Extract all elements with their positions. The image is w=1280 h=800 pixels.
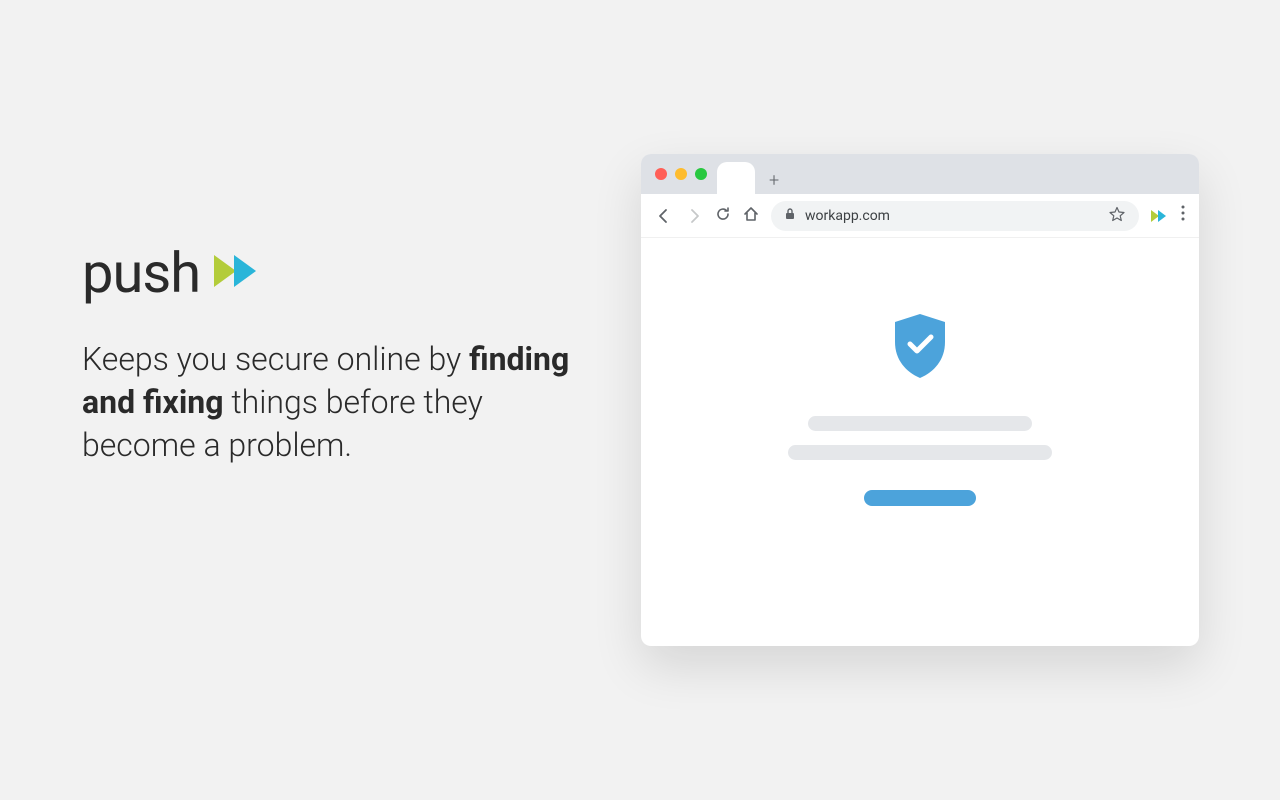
push-extension-icon[interactable] [1151, 209, 1169, 223]
url-text: workapp.com [805, 208, 1099, 224]
tagline-text: Keeps you secure online by finding and f… [82, 338, 582, 468]
bookmark-star-icon[interactable] [1109, 206, 1125, 226]
brand-logo: push [82, 240, 582, 306]
active-tab[interactable] [717, 162, 755, 194]
page-content [641, 238, 1199, 506]
window-controls [655, 168, 707, 180]
minimize-window-icon[interactable] [675, 168, 687, 180]
shield-check-icon [889, 312, 951, 384]
secure-lock-icon [785, 208, 795, 223]
browser-window-mockup: + workapp.com [641, 154, 1199, 646]
back-button[interactable] [655, 208, 673, 224]
cta-button-placeholder[interactable] [864, 490, 976, 506]
browser-toolbar: workapp.com [641, 194, 1199, 238]
address-bar[interactable]: workapp.com [771, 201, 1139, 231]
marketing-copy: push Keeps you secure online by finding … [82, 240, 582, 468]
placeholder-line [808, 416, 1032, 431]
placeholder-line [788, 445, 1052, 460]
maximize-window-icon[interactable] [695, 168, 707, 180]
brand-name: push [82, 240, 200, 306]
reload-button[interactable] [715, 206, 731, 226]
new-tab-button[interactable]: + [769, 170, 779, 191]
close-window-icon[interactable] [655, 168, 667, 180]
push-logo-icon [214, 251, 268, 295]
kebab-menu-icon[interactable] [1181, 205, 1185, 226]
browser-tab-strip: + [641, 154, 1199, 194]
home-button[interactable] [743, 206, 759, 226]
forward-button[interactable] [685, 208, 703, 224]
